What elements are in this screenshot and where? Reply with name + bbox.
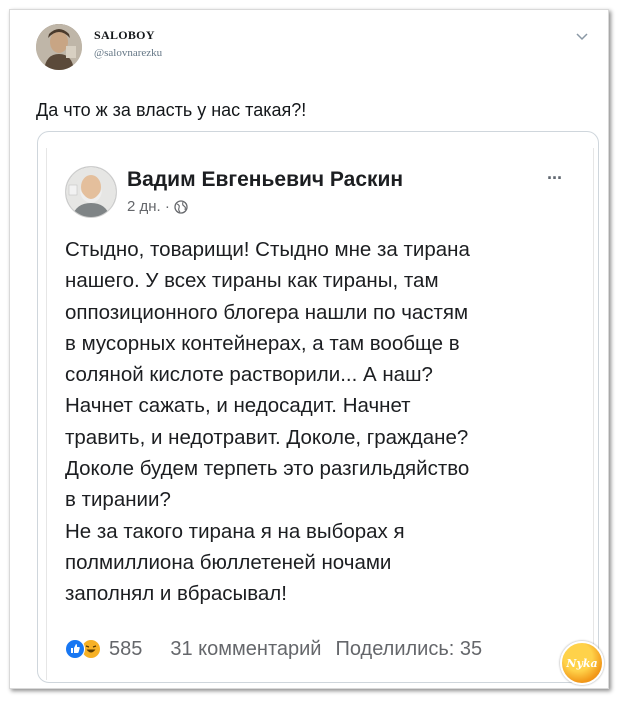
avatar[interactable] <box>65 166 117 218</box>
watermark-logo: Nyka <box>560 641 604 685</box>
quoted-post[interactable]: Вадим Евгеньевич Раскин 2 дн. · ··· Стыд… <box>37 131 599 683</box>
post-body-line: соляной кислоте растворили... А наш? <box>65 363 433 387</box>
post-author-name[interactable]: Вадим Евгеньевич Раскин <box>127 168 403 192</box>
post-body-line: Начнет сажать, и недосадит. Начнет <box>65 394 411 418</box>
post-footer: 585 31 комментарий Поделились: 35 <box>65 636 595 662</box>
post-body: Стыдно, товарищи! Стыдно мне за тирана на… <box>65 234 595 610</box>
post-body-line: в мусорных контейнерах, а там вообще в <box>65 331 460 355</box>
post-body-line: травить, и недотравит. Доколе, граждане? <box>65 425 469 449</box>
like-reaction-icon <box>65 639 85 659</box>
quoted-post-inner: Вадим Евгеньевич Раскин 2 дн. · ··· Стыд… <box>46 148 594 680</box>
post-body-line: Стыдно, товарищи! Стыдно мне за тирана <box>65 238 470 261</box>
post-body-line: заполнял и вбрасывал! <box>65 582 287 606</box>
post-meta: 2 дн. · <box>127 198 188 215</box>
post-body-line: Не за такого тирана я на выборах я <box>65 519 405 543</box>
reactions-count[interactable]: 585 <box>109 638 142 661</box>
tweet-text: Да что ж за власть у нас такая?! <box>36 100 307 120</box>
avatar-photo <box>66 167 116 217</box>
post-body-line: Доколе будем терпеть это разгильдяйство <box>65 457 470 481</box>
avatar[interactable] <box>36 24 82 70</box>
post-body-line: оппозиционного блогера нашли по частям <box>65 300 469 324</box>
avatar-photo <box>36 24 82 70</box>
reactions-icons[interactable] <box>65 639 101 659</box>
tweet-card: SALOBOY @salovnarezku Да что ж за власть… <box>9 9 609 689</box>
tweet-author-handle[interactable]: @salovnarezku <box>94 47 162 59</box>
tweet-author-name[interactable]: SALOBOY <box>94 28 155 43</box>
comments-link[interactable]: 31 комментарий <box>170 638 321 661</box>
post-time[interactable]: 2 дн. · <box>127 198 170 215</box>
chevron-down-icon[interactable] <box>576 32 588 42</box>
more-dots-icon[interactable]: ··· <box>547 168 563 189</box>
post-body-line: в тирании? <box>65 488 171 512</box>
post-body-line: нашего. У всех тираны как тираны, там <box>65 269 439 293</box>
globe-icon <box>174 199 188 214</box>
shares-link[interactable]: Поделились: 35 <box>335 638 482 661</box>
post-body-line: полмиллиона бюллетеней ночами <box>65 550 392 574</box>
